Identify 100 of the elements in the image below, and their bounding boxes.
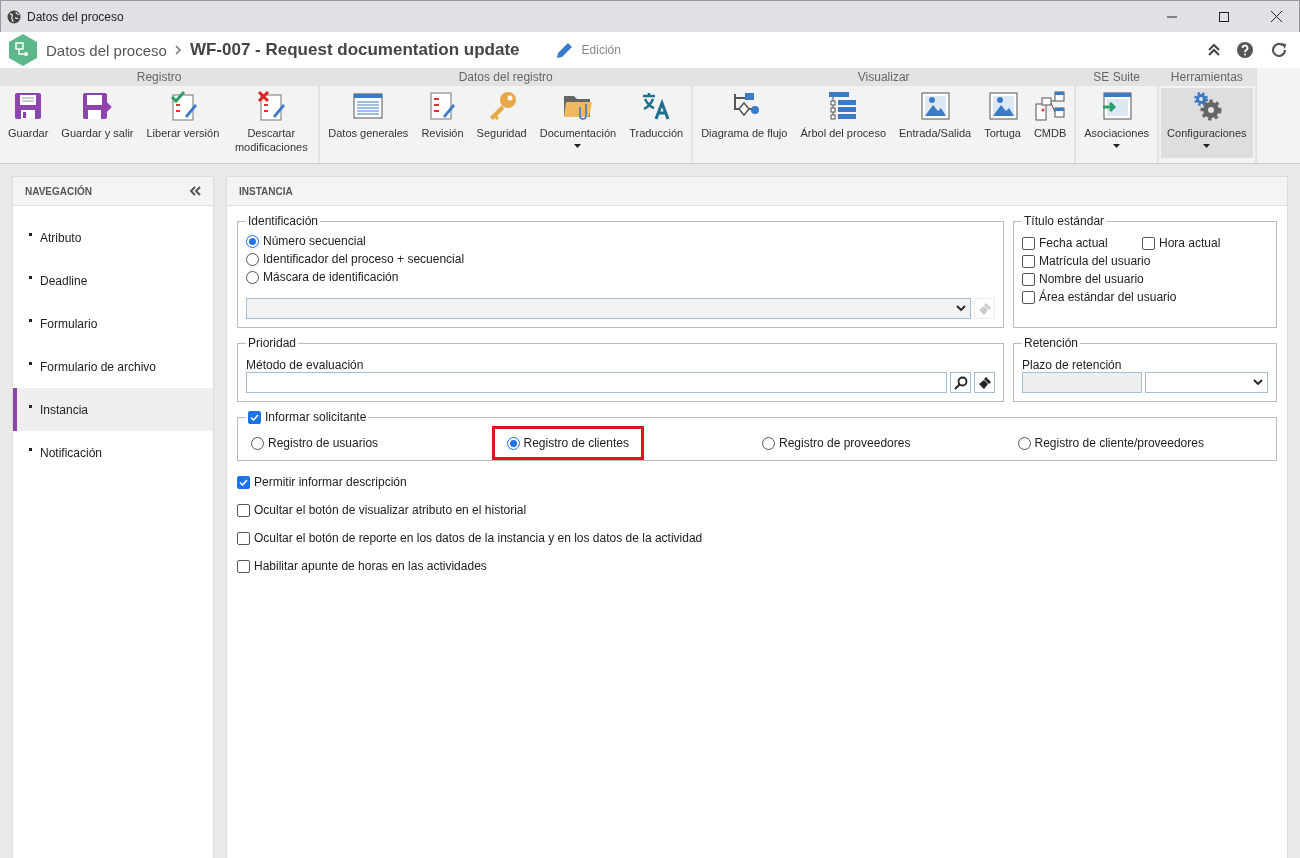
brush-icon [977, 301, 992, 316]
checkbox[interactable] [248, 410, 261, 424]
ribbon-button[interactable]: Asociaciones [1078, 88, 1156, 158]
sidebar-item[interactable]: Formulario de archivo [13, 345, 213, 388]
checkbox-label: Área estándar del usuario [1039, 290, 1177, 304]
sidebar-item[interactable]: Deadline [13, 259, 213, 302]
radio-label: Registro de cliente/proveedores [1034, 436, 1204, 450]
radio-label: Identificador del proceso + secuencial [263, 252, 465, 266]
ribbon-button[interactable]: Datos generales [322, 88, 415, 158]
ribbon-group-label: Registro [0, 68, 319, 86]
chevron-right-icon [174, 45, 182, 55]
checkbox[interactable] [237, 503, 250, 517]
window-title: Datos del proceso [27, 9, 125, 24]
caret-icon [1203, 144, 1211, 148]
checkbox[interactable] [1022, 254, 1035, 268]
radio-label: Número secuencial [263, 234, 366, 248]
pencil-icon [555, 41, 574, 59]
refresh-icon [1270, 41, 1288, 59]
close-icon [1270, 11, 1282, 22]
radio-label: Máscara de identificación [263, 270, 399, 284]
checkbox[interactable] [1022, 272, 1035, 286]
list-window-icon [352, 90, 385, 122]
ribbon-button[interactable]: Revisión [415, 88, 470, 158]
sidebar-item[interactable]: Notificación [13, 431, 213, 474]
checkbox[interactable] [237, 475, 250, 489]
radio-button[interactable] [762, 436, 775, 450]
ribbon-button[interactable]: Entrada/Salida [893, 88, 978, 158]
radio-label: Registro de proveedores [779, 436, 911, 450]
ribbon-button[interactable]: Liberar versión [140, 88, 226, 158]
radio-button[interactable] [246, 234, 259, 248]
group-legend: Título estándar [1022, 214, 1107, 228]
search-button[interactable] [950, 372, 971, 393]
picture-icon [919, 90, 952, 122]
sidebar-item[interactable]: Instancia [13, 388, 213, 431]
radio-label: Registro de usuarios [268, 436, 379, 450]
evaluation-method-field[interactable] [246, 372, 947, 393]
ribbon-button[interactable]: Tortuga [978, 88, 1027, 158]
panel-title: INSTANCIA [239, 185, 293, 197]
caret-icon [1113, 144, 1121, 148]
group-legend: Retención [1022, 336, 1081, 350]
ribbon-button[interactable]: Árbol del proceso [794, 88, 892, 158]
picture-icon [986, 90, 1019, 122]
clear-button[interactable] [974, 372, 995, 393]
collapse-left-icon[interactable] [189, 186, 201, 196]
checkbox-label: Matrícula del usuario [1039, 254, 1151, 268]
field-label: Método de evaluación [246, 358, 365, 372]
mask-select-field[interactable] [246, 298, 971, 319]
edit-mode-label: Edición [581, 43, 621, 57]
radio-button[interactable] [251, 436, 264, 450]
checkbox[interactable] [1022, 236, 1035, 250]
sidebar-title: NAVEGACIÓN [25, 185, 93, 197]
checkbox-label: Nombre del usuario [1039, 272, 1144, 286]
ribbon-group-label: Datos del registro [320, 68, 692, 86]
caret-icon [574, 144, 582, 148]
group-legend: Identificación [246, 214, 321, 228]
chevron-down-icon [956, 305, 966, 312]
group-legend: Prioridad [246, 336, 299, 350]
checkbox[interactable] [1142, 236, 1155, 250]
group-legend: Informar solicitante [265, 410, 367, 424]
ribbon-button[interactable]: Descartar modificaciones [226, 88, 317, 158]
radio-button[interactable] [246, 252, 259, 266]
double-chevron-up-icon [1208, 43, 1220, 57]
field-label: Plazo de retención [1022, 358, 1123, 372]
checkbox-label: Permitir informar descripción [254, 475, 407, 489]
checkbox-label: Ocultar el botón de reporte en los datos de la instancia y en los datos de la actividad [254, 531, 703, 545]
ribbon-button[interactable]: Seguridad [470, 88, 533, 158]
checkbox[interactable] [1022, 290, 1035, 304]
network-tables-icon [1034, 90, 1067, 122]
checkbox-label: Fecha actual [1039, 236, 1108, 250]
globe-icon [7, 9, 21, 24]
brush-icon [977, 375, 992, 390]
help-icon [1236, 41, 1254, 59]
ribbon-group-label: Visualizar [693, 68, 1075, 86]
maximize-icon [1219, 11, 1229, 22]
breadcrumb-link[interactable]: Datos del proceso [46, 41, 167, 59]
ribbon-button[interactable]: Diagrama de flujo [695, 88, 794, 158]
radio-button[interactable] [246, 270, 259, 284]
radio-label: Registro de clientes [523, 436, 629, 450]
sidebar-item[interactable]: Formulario [13, 302, 213, 345]
ribbon-group-label: Herramientas [1159, 68, 1255, 86]
ribbon-button[interactable]: Guardar [2, 88, 55, 158]
ribbon-group-label: SE Suite [1076, 68, 1158, 86]
radio-button[interactable] [506, 436, 520, 450]
retention-period-field[interactable] [1022, 372, 1142, 393]
ribbon-button[interactable]: Documentación [533, 88, 623, 158]
checkbox[interactable] [237, 559, 250, 573]
checkbox[interactable] [237, 531, 250, 545]
checkbox-label: Hora actual [1159, 236, 1221, 250]
ribbon-button[interactable]: Guardar y salir [55, 88, 140, 158]
radio-button[interactable] [1017, 436, 1031, 450]
checkbox-label: Ocultar el botón de visualizar atributo en el historial [254, 503, 527, 517]
document-cross-icon [255, 90, 288, 122]
page-title: WF-007 - Request documentation update [189, 40, 520, 60]
sidebar-item[interactable]: Atributo [13, 216, 213, 259]
ribbon-button[interactable]: CMDB [1027, 88, 1073, 158]
ribbon-button[interactable]: Configuraciones [1161, 88, 1253, 158]
checkbox-label: Habilitar apunte de horas en las actividades [254, 559, 487, 573]
chevron-down-icon [1253, 379, 1263, 386]
ribbon-button[interactable]: Traducción [623, 88, 690, 158]
search-icon [953, 375, 968, 390]
